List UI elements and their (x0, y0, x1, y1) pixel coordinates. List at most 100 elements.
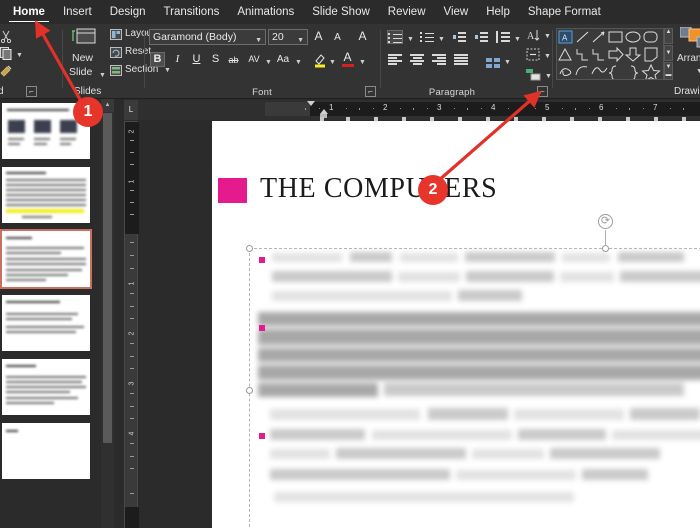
copy-chevron-down-icon[interactable]: ▼ (16, 52, 23, 59)
layout-icon (110, 27, 122, 45)
text-shadow-button[interactable]: S (208, 52, 223, 67)
tab-home[interactable]: Home (4, 0, 54, 24)
clear-formatting-button[interactable]: A (355, 29, 370, 44)
tab-review[interactable]: Review (379, 0, 435, 24)
scrollbar-thumb[interactable] (103, 113, 112, 443)
tab-transitions[interactable]: Transitions (155, 0, 229, 24)
line-spacing-button[interactable] (496, 31, 510, 43)
align-right-button[interactable] (432, 54, 446, 65)
ribbon-group-slides: New Slide ▼ Layout ▼ Reset Section ▼ Sli… (64, 24, 171, 99)
shapes-scroll-up-icon[interactable]: ▲ (664, 28, 673, 44)
align-text-icon[interactable] (526, 48, 540, 66)
tab-view[interactable]: View (435, 0, 478, 24)
copy-icon[interactable] (0, 46, 13, 65)
drawing-group-label: Drawing (674, 86, 700, 97)
tab-insert[interactable]: Insert (54, 0, 101, 24)
resize-handle-middle-left[interactable] (246, 387, 253, 394)
slide-thumbnail-pane[interactable] (0, 99, 101, 528)
change-case-chevron-down-icon[interactable]: ▼ (295, 59, 302, 66)
vruler-label-3-bot: 3 (128, 381, 136, 386)
font-size-combobox[interactable]: 20 ▼ (268, 29, 308, 45)
character-spacing-button[interactable]: AV (245, 52, 263, 67)
ruler-label-6: 6 (599, 103, 604, 112)
decrease-indent-button[interactable] (452, 31, 466, 43)
first-line-indent-marker[interactable] (307, 101, 315, 106)
arrange-chevron-down-icon[interactable]: ▼ (696, 68, 700, 75)
tab-animations[interactable]: Animations (228, 0, 303, 24)
decrease-font-size-button[interactable]: A (330, 30, 345, 45)
bold-button[interactable]: B (150, 52, 165, 67)
clipboard-dialog-launcher[interactable]: ⌐ (26, 86, 37, 97)
columns-icon[interactable] (486, 55, 500, 73)
tab-stop-selector[interactable]: L (124, 100, 138, 120)
increase-font-size-button[interactable]: A (311, 29, 326, 44)
tab-design[interactable]: Design (101, 0, 155, 24)
numbering-chevron-down-icon[interactable]: ▼ (438, 36, 445, 43)
shapes-more-icon[interactable]: ▼ ▬ (664, 62, 673, 80)
tab-slide-show[interactable]: Slide Show (303, 0, 379, 24)
italic-button[interactable]: I (170, 52, 185, 67)
thumbnail-slide-5[interactable] (2, 359, 90, 415)
slide-canvas[interactable]: THE COMPUTERS ⟳ (212, 121, 700, 528)
font-color-swatch[interactable] (342, 64, 354, 67)
rotate-icon[interactable]: ⟳ (598, 214, 613, 229)
strikethrough-button[interactable]: ab (226, 53, 241, 68)
tab-shape-format[interactable]: Shape Format (519, 0, 610, 24)
character-spacing-chevron-down-icon[interactable]: ▼ (265, 59, 272, 66)
thumbnail-slide-3[interactable] (0, 229, 92, 289)
columns-chevron-down-icon[interactable]: ▼ (504, 59, 511, 66)
arrange-label[interactable]: Arrang (677, 53, 700, 64)
tab-design-label: Design (109, 6, 146, 18)
font-size-chevron-down-icon[interactable]: ▼ (297, 34, 304, 44)
thumbnail-slide-2[interactable] (2, 167, 90, 223)
resize-handle-top-left[interactable] (246, 245, 253, 252)
line-spacing-chevron-down-icon[interactable]: ▼ (514, 36, 521, 43)
new-slide-label-line2: Slide (69, 66, 93, 78)
ruler-label-2: 2 (383, 103, 388, 112)
thumbnail-preview (2, 423, 90, 479)
bullets-button[interactable] (387, 30, 403, 44)
arrange-icon[interactable] (679, 26, 700, 56)
convert-to-smartart-icon[interactable] (526, 68, 541, 86)
font-color-chevron-down-icon[interactable]: ▼ (359, 59, 366, 66)
font-name-combobox[interactable]: Garamond (Body) ▼ (149, 29, 266, 45)
text-direction-chevron-down-icon[interactable]: ▼ (544, 33, 551, 40)
justify-button[interactable] (454, 54, 468, 65)
smartart-chevron-down-icon[interactable]: ▼ (545, 73, 552, 80)
text-highlight-color-icon[interactable] (313, 52, 327, 73)
thumbnail-scrollbar[interactable]: ▲ (101, 99, 114, 528)
tab-help[interactable]: Help (477, 0, 519, 24)
new-slide-chevron-down-icon[interactable]: ▼ (99, 72, 106, 79)
increase-indent-button[interactable] (474, 31, 488, 43)
thumbnail-slide-6[interactable] (2, 423, 90, 479)
align-left-button[interactable] (388, 54, 402, 65)
font-dialog-launcher[interactable]: ⌐ (365, 86, 376, 97)
group-divider (144, 30, 145, 88)
bullet-marker (259, 433, 265, 439)
font-color-button[interactable]: A (340, 50, 355, 65)
thumbnail-slide-4[interactable] (2, 295, 90, 351)
shapes-gallery[interactable]: A (556, 28, 664, 80)
ruler-label-7: 7 (653, 103, 658, 112)
underline-button[interactable]: U (189, 52, 204, 67)
format-painter-icon[interactable] (0, 64, 13, 83)
align-center-button[interactable] (410, 54, 424, 65)
shapes-chevron-down-icon[interactable]: ▼ (664, 45, 673, 61)
paragraph-dialog-launcher[interactable]: ⌐ (537, 86, 548, 97)
numbering-button[interactable] (420, 31, 434, 43)
ruler-label-3: 3 (437, 103, 442, 112)
text-direction-icon[interactable]: A (526, 28, 540, 47)
slide-title[interactable]: THE COMPUTERS (260, 173, 497, 205)
content-placeholder[interactable]: ⟳ (246, 214, 700, 528)
horizontal-ruler: L 1 2 3 4 5 6 7 (124, 100, 700, 121)
resize-handle-top-center[interactable] (602, 245, 609, 252)
align-text-chevron-down-icon[interactable]: ▼ (544, 53, 551, 60)
bullets-chevron-down-icon[interactable]: ▼ (407, 36, 414, 43)
text-highlight-chevron-down-icon[interactable]: ▼ (329, 59, 336, 66)
svg-text:A: A (562, 34, 568, 43)
change-case-button[interactable]: Aa (274, 52, 292, 67)
reset-icon (110, 45, 122, 63)
thumbnail-preview (2, 359, 90, 415)
annotation-badge-1: 1 (73, 97, 103, 127)
font-name-chevron-down-icon[interactable]: ▼ (255, 34, 262, 44)
